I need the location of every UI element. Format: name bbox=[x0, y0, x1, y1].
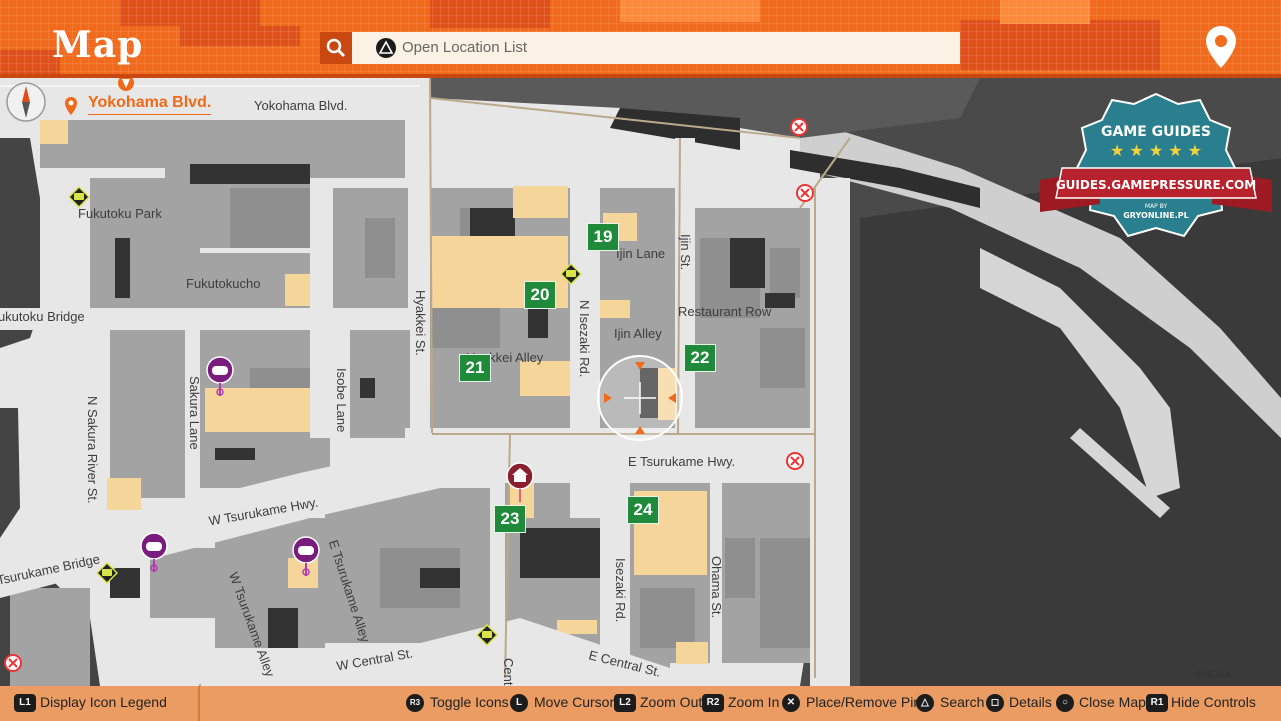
street-label: Isobe Lane bbox=[334, 368, 349, 433]
street-label: Hyakkei St. bbox=[413, 290, 428, 356]
blocked-x-icon[interactable] bbox=[4, 654, 22, 672]
control-hint-close-map[interactable]: Close Map bbox=[1079, 694, 1146, 710]
street-label: Ijin Alley bbox=[614, 326, 662, 341]
triangle-button-icon bbox=[376, 38, 396, 58]
chat-bubble-icon[interactable] bbox=[68, 186, 90, 208]
compass-icon bbox=[6, 82, 46, 122]
current-area-label: Yokohama Blvd. bbox=[88, 94, 212, 115]
street-label: Ohama St. bbox=[709, 556, 724, 619]
street-label: Isezaki Rd. bbox=[613, 558, 628, 623]
gamepad-pin-icon[interactable] bbox=[140, 532, 168, 574]
svg-text:MAP BY: MAP BY bbox=[1145, 203, 1168, 210]
bridge-label: Fukutoku Bridge bbox=[0, 309, 85, 324]
gamepad-pin-icon[interactable] bbox=[292, 536, 320, 578]
control-hint-place-pin[interactable]: Place/Remove Pin bbox=[806, 694, 921, 710]
copyright-label: ©SEGA bbox=[1196, 670, 1232, 681]
control-hint-move-cursor[interactable]: Move Cursor bbox=[534, 694, 614, 710]
control-hint-details[interactable]: Details bbox=[1009, 694, 1052, 710]
control-hint-zoom-in[interactable]: Zoom In bbox=[728, 694, 779, 710]
search-placeholder: Open Location List bbox=[402, 39, 528, 56]
street-label: N Sakura River St. bbox=[85, 396, 100, 504]
r3-button-icon: R3 bbox=[406, 694, 424, 712]
street-label: Ijin Lane bbox=[616, 246, 666, 261]
blocked-x-icon[interactable] bbox=[790, 118, 808, 136]
chat-bubble-icon[interactable] bbox=[560, 263, 582, 285]
control-hint-hide-controls[interactable]: Hide Controls bbox=[1171, 694, 1256, 710]
street-label: Central bbox=[501, 658, 516, 686]
circle-button-icon: ○ bbox=[1056, 694, 1074, 712]
svg-text:GAME GUIDES: GAME GUIDES bbox=[1101, 124, 1211, 140]
r1-button-icon: R1 bbox=[1146, 694, 1168, 712]
city-map[interactable]: Yokohama Blvd. Yokohama Blvd. Fukutoku P… bbox=[0, 78, 1281, 686]
search-button[interactable] bbox=[320, 32, 352, 64]
svg-text:GUIDES.GAMEPRESSURE.COM: GUIDES.GAMEPRESSURE.COM bbox=[1056, 178, 1256, 192]
control-hint-toggle-icons[interactable]: Toggle Icons bbox=[430, 694, 509, 710]
location-pin-icon bbox=[65, 97, 77, 115]
map-marker-20[interactable]: 20 bbox=[524, 281, 556, 309]
controls-footer: L1 Display Icon Legend R3 Toggle Icons L… bbox=[0, 686, 1281, 721]
control-hint-legend[interactable]: Display Icon Legend bbox=[40, 694, 167, 710]
map-marker-19[interactable]: 19 bbox=[587, 223, 619, 251]
svg-text:★ ★ ★ ★ ★: ★ ★ ★ ★ ★ bbox=[1110, 141, 1202, 160]
triangle-button-icon: △ bbox=[916, 694, 934, 712]
gamepad-pin-icon[interactable] bbox=[206, 356, 234, 398]
gamepressure-watermark-logo: GAME GUIDES ★ ★ ★ ★ ★ GUIDES.GAMEPRESSUR… bbox=[1040, 92, 1272, 238]
open-location-list-field[interactable]: Open Location List bbox=[352, 32, 960, 64]
l-stick-icon: L bbox=[510, 694, 528, 712]
street-label: Yokohama Blvd. bbox=[254, 98, 348, 113]
map-marker-21[interactable]: 21 bbox=[459, 354, 491, 382]
search-icon bbox=[326, 38, 346, 58]
chat-bubble-icon[interactable] bbox=[476, 624, 498, 646]
street-label: Restaurant Row bbox=[678, 304, 772, 319]
chat-bubble-icon[interactable] bbox=[96, 562, 118, 584]
map-marker-24[interactable]: 24 bbox=[627, 496, 659, 524]
street-label: Sakura Lane bbox=[187, 376, 202, 450]
l2-button-icon: L2 bbox=[614, 694, 636, 712]
square-button-icon: ◻ bbox=[986, 694, 1004, 712]
street-label: Ijin St. bbox=[678, 234, 693, 271]
street-label: E Tsurukame Hwy. bbox=[628, 454, 736, 469]
r2-button-icon: R2 bbox=[702, 694, 724, 712]
blocked-x-icon[interactable] bbox=[786, 452, 804, 470]
map-header: Map Open Location List bbox=[0, 0, 1281, 78]
control-hint-zoom-out[interactable]: Zoom Out bbox=[640, 694, 702, 710]
cross-button-icon: ✕ bbox=[782, 694, 800, 712]
park-label: Fukutoku Park bbox=[78, 206, 162, 221]
map-marker-23[interactable]: 23 bbox=[494, 505, 526, 533]
map-cursor-icon[interactable] bbox=[596, 354, 684, 442]
svg-text:GRYONLINE.PL: GRYONLINE.PL bbox=[1123, 211, 1189, 220]
home-pin-icon[interactable] bbox=[506, 462, 534, 504]
street-label: N Isezaki Rd. bbox=[577, 300, 592, 378]
district-label: Fukutokucho bbox=[186, 276, 261, 291]
location-pin-icon[interactable] bbox=[1204, 24, 1238, 70]
page-title: Map bbox=[52, 24, 144, 66]
blocked-x-icon[interactable] bbox=[796, 184, 814, 202]
map-marker-22[interactable]: 22 bbox=[684, 344, 716, 372]
l1-button-icon: L1 bbox=[14, 694, 36, 712]
control-hint-search[interactable]: Search bbox=[940, 694, 984, 710]
